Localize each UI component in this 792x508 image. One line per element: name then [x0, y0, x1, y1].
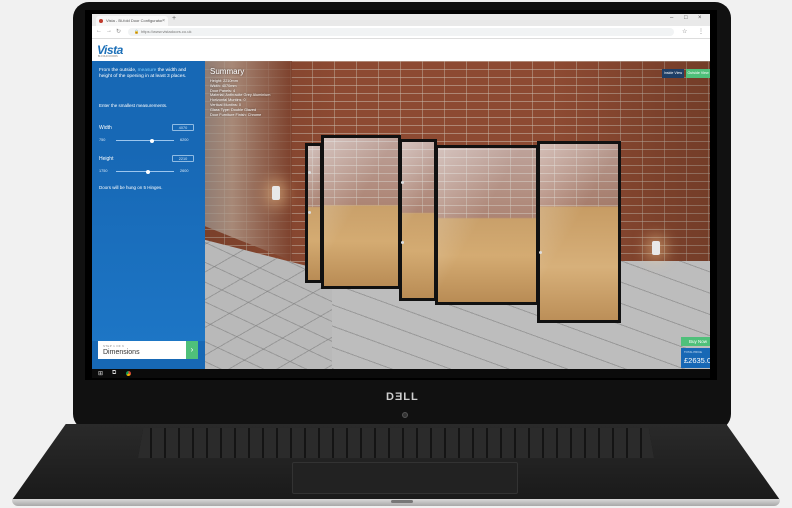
logo-tagline: BI-FOLD DOORS: [98, 55, 118, 58]
minimize-icon[interactable]: –: [670, 15, 673, 21]
window-close-icon[interactable]: ×: [698, 15, 702, 21]
windows-start-icon[interactable]: ⊞: [98, 370, 103, 377]
site-header: Vista BI-FOLD DOORS: [92, 39, 710, 61]
height-slider[interactable]: [116, 169, 174, 174]
width-slider-thumb[interactable]: [149, 138, 154, 143]
keyboard: [138, 428, 654, 458]
url-text: https://www.vistadoors.co.uk: [140, 29, 192, 34]
url-field[interactable]: 🔒 https://www.vistadoors.co.uk: [128, 28, 674, 36]
forward-icon[interactable]: →: [106, 28, 112, 34]
lock-icon: 🔒: [134, 29, 139, 34]
new-tab-icon[interactable]: +: [172, 15, 176, 22]
3d-door-viewport[interactable]: From the outside, measure the width and …: [92, 61, 710, 369]
price-box: TOTAL PRICE £2635.00: [681, 348, 710, 368]
reload-icon[interactable]: ↻: [116, 28, 121, 35]
laptop-lid: Vista - Bi-fold Door Configurator × + – …: [73, 2, 731, 430]
config-sidebar: From the outside, measure the width and …: [92, 61, 205, 369]
summary-title: Summary: [210, 67, 245, 76]
wall-lamp-right: [652, 241, 660, 255]
width-max: 6200: [180, 138, 189, 142]
step-title: Dimensions: [103, 349, 140, 356]
maximize-icon[interactable]: □: [684, 15, 688, 21]
browser-screen: Vista - Bi-fold Door Configurator × + – …: [92, 14, 710, 378]
tab-title: Vista - Bi-fold Door Configurator: [106, 18, 163, 23]
door-panel-2: [321, 135, 401, 289]
height-label: Height: [99, 156, 114, 162]
door-panel-4: [435, 145, 539, 305]
measure-link[interactable]: measure: [138, 68, 157, 73]
width-slider[interactable]: [116, 138, 174, 143]
step-indicator: STEP 1 OF 6 Dimensions ›: [98, 341, 198, 359]
door-panel-5: [537, 141, 621, 323]
hinge: [308, 171, 311, 174]
browser-tab-bar: Vista - Bi-fold Door Configurator × + – …: [92, 14, 710, 26]
hinge: [401, 181, 404, 184]
height-min: 1750: [99, 169, 108, 173]
height-max: 2600: [180, 169, 189, 173]
height-input[interactable]: 2210: [172, 155, 194, 162]
dell-logo: DƎLL: [386, 391, 419, 403]
hinge-note: Doors will be hung on 5 Hinges.: [99, 185, 163, 190]
chrome-icon[interactable]: [126, 371, 131, 376]
width-min: 750: [99, 138, 106, 142]
screen-bezel: Vista - Bi-fold Door Configurator × + – …: [85, 10, 717, 380]
favicon-icon: [99, 19, 103, 23]
door-panel-3: [399, 139, 437, 301]
wall-lamp-left: [272, 186, 280, 200]
measure-hint: Enter the smallest measurements.: [99, 103, 168, 108]
bookmark-star-icon[interactable]: ☆: [682, 28, 687, 35]
browser-tab[interactable]: Vista - Bi-fold Door Configurator ×: [96, 16, 168, 26]
summary-finish: Door Furniture Finish: Chrome: [210, 112, 262, 117]
width-label: Width: [99, 125, 112, 131]
webcam: [402, 412, 408, 418]
hinge: [308, 211, 311, 214]
width-input[interactable]: 4070: [172, 124, 194, 131]
hinge: [401, 241, 404, 244]
measure-instructions: From the outside, measure the width and …: [99, 68, 187, 80]
height-slider-thumb[interactable]: [145, 169, 150, 174]
door-handle: [539, 251, 542, 254]
close-tab-icon[interactable]: ×: [162, 16, 165, 26]
total-price: £2635.00: [684, 356, 710, 365]
touchpad[interactable]: [292, 462, 518, 494]
price-label: TOTAL PRICE: [684, 350, 702, 354]
inside-view-button[interactable]: Inside View: [662, 69, 684, 78]
task-view-icon[interactable]: ⧉: [112, 370, 116, 377]
bifold-door[interactable]: [305, 131, 643, 351]
buy-now-button[interactable]: Buy Now: [681, 337, 710, 346]
summary-panel: Summary Height: 2210mm Width: 4070mm Doo…: [210, 67, 270, 117]
windows-taskbar: ⊞ ⧉: [92, 369, 710, 378]
outside-view-button[interactable]: Outside View: [686, 69, 710, 78]
back-icon[interactable]: ←: [96, 28, 102, 34]
next-step-button[interactable]: ›: [186, 341, 198, 359]
browser-menu-icon[interactable]: ⋮: [698, 28, 704, 35]
lid-notch: [391, 500, 413, 503]
step-counter: STEP 1 OF 6: [103, 344, 125, 348]
address-bar: ← → ↻ 🔒 https://www.vistadoors.co.uk ☆ ⋮: [92, 26, 710, 39]
